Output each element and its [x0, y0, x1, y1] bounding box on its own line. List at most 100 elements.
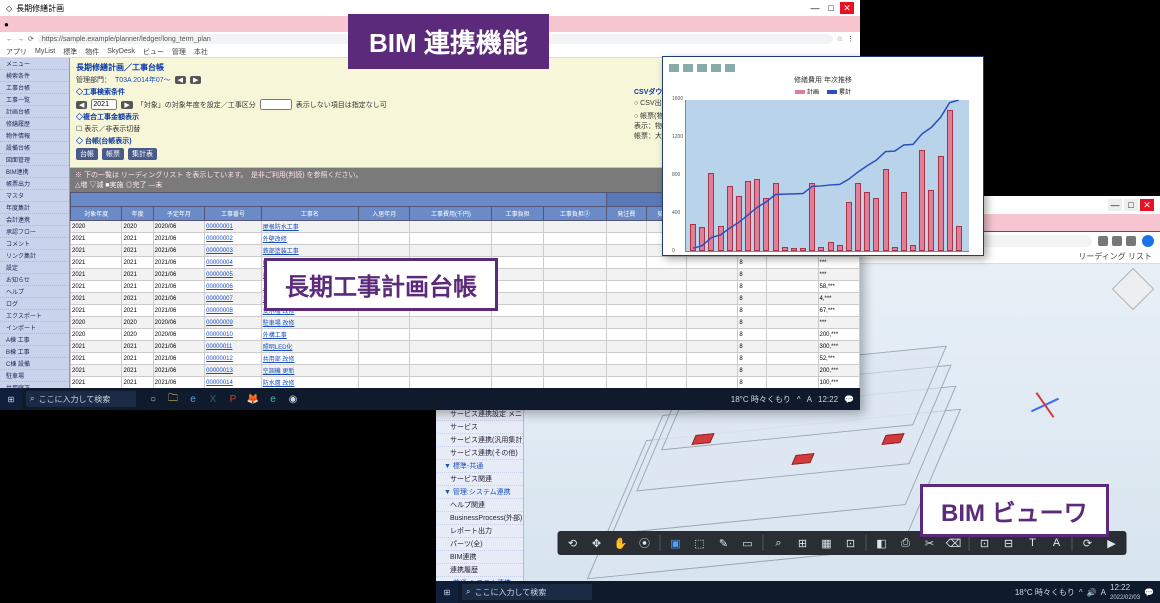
close-button[interactable]: ✕: [1140, 199, 1154, 211]
tree-item[interactable]: レポート出力: [436, 525, 523, 538]
tree-item[interactable]: ▼ 管理:システム連携: [436, 486, 523, 499]
profile-icon[interactable]: [1142, 235, 1154, 247]
sidebar-item[interactable]: エクスポート: [0, 310, 69, 322]
sidebar-item[interactable]: B棟 工事: [0, 346, 69, 358]
minimize-button[interactable]: —: [1108, 199, 1122, 211]
app-ie-icon[interactable]: e: [184, 390, 202, 408]
sidebar-item[interactable]: 工事台帳: [0, 82, 69, 94]
sidebar-item[interactable]: 会計連携: [0, 214, 69, 226]
sidebar-item[interactable]: 検索条件: [0, 70, 69, 82]
viewcube[interactable]: [1112, 268, 1154, 310]
tool-button[interactable]: ▣: [667, 534, 685, 552]
tool-button[interactable]: ◧: [873, 534, 891, 552]
tool-button[interactable]: ⊡: [842, 534, 860, 552]
sidebar-item[interactable]: 承認フロー: [0, 226, 69, 238]
tree-item[interactable]: パーツ(全): [436, 538, 523, 551]
bookmark-item[interactable]: 標準: [63, 47, 77, 57]
app-ppt-icon[interactable]: P: [224, 390, 242, 408]
app-chrome-icon[interactable]: ◉: [284, 390, 302, 408]
sidebar-item[interactable]: 設備台帳: [0, 142, 69, 154]
tree-item[interactable]: ▼ 標準-共通: [436, 460, 523, 473]
tool-button[interactable]: ⦿: [636, 534, 654, 552]
col-header[interactable]: 年度: [122, 207, 153, 221]
maximize-button[interactable]: □: [824, 2, 838, 14]
sidebar-item[interactable]: BIM連携: [0, 166, 69, 178]
col-header[interactable]: 工事費用(千円): [410, 207, 492, 221]
col-header[interactable]: 工事名: [261, 207, 358, 221]
tree-item[interactable]: サービス連携(汎用集計): [436, 434, 523, 447]
table-row[interactable]: 202120212021/0600000011照明LED化8300,***: [71, 341, 860, 353]
minimize-button[interactable]: —: [808, 2, 822, 14]
tool-button[interactable]: ⊞: [794, 534, 812, 552]
clock[interactable]: 12:222022/02/03: [1110, 583, 1140, 601]
sidebar-item[interactable]: メニュー: [0, 58, 69, 70]
tool-button[interactable]: ⬚: [691, 534, 709, 552]
tool-button[interactable]: ✋: [612, 534, 630, 552]
ledger-btn[interactable]: 台帳: [76, 148, 98, 160]
sidebar-item[interactable]: ログ: [0, 298, 69, 310]
sidebar-item[interactable]: 修繕履歴: [0, 118, 69, 130]
col-header[interactable]: 入居年月: [358, 207, 409, 221]
nav-fwd-icon[interactable]: →: [17, 36, 24, 43]
tree-item[interactable]: サービス: [436, 421, 523, 434]
tree-item[interactable]: サービス連携(その他): [436, 447, 523, 460]
app-firefox-icon[interactable]: 🦊: [244, 390, 262, 408]
close-button[interactable]: ✕: [840, 2, 854, 14]
col-header[interactable]: 工事番号: [205, 207, 262, 221]
summary-btn[interactable]: 集計表: [128, 148, 157, 160]
tool-button[interactable]: ⎙: [897, 534, 915, 552]
sidebar-item[interactable]: 帳票出力: [0, 178, 69, 190]
tool-button[interactable]: ✥: [588, 534, 606, 552]
bookmark-item[interactable]: 本社: [194, 47, 208, 57]
bookmark-item[interactable]: 管理: [172, 47, 186, 57]
axis-gizmo[interactable]: [1030, 384, 1070, 424]
col-header[interactable]: 予定年月: [153, 207, 204, 221]
prev-btn[interactable]: ◀: [175, 76, 186, 84]
sidebar-item[interactable]: コメント: [0, 238, 69, 250]
clock[interactable]: 12:22: [818, 395, 838, 404]
tree-item[interactable]: 連携履歴: [436, 564, 523, 577]
tree-item[interactable]: サービス関連: [436, 473, 523, 486]
table-row[interactable]: 202120212021/0600000014防水層 改修8100,***: [71, 377, 860, 389]
sidebar-item[interactable]: リンク集計: [0, 250, 69, 262]
bookmark-item[interactable]: MyList: [35, 48, 55, 55]
sidebar-item[interactable]: お知らせ: [0, 274, 69, 286]
sidebar-item[interactable]: インポート: [0, 322, 69, 334]
bookmark-item[interactable]: アプリ: [6, 47, 27, 57]
tool-button[interactable]: ⟲: [564, 534, 582, 552]
reload-icon[interactable]: ⟳: [28, 35, 34, 43]
taskbar-search[interactable]: ⌕ ここに入力して検索: [26, 391, 136, 407]
sidebar-item[interactable]: 物件情報: [0, 130, 69, 142]
sidebar-item[interactable]: 設定: [0, 262, 69, 274]
maximize-button[interactable]: □: [1124, 199, 1138, 211]
weather-widget[interactable]: 18°C 時々くもり: [731, 394, 791, 405]
start-button[interactable]: ⊞: [436, 581, 458, 603]
tree-item[interactable]: ヘルプ関連: [436, 499, 523, 512]
report-btn[interactable]: 帳票: [102, 148, 124, 160]
weather-widget[interactable]: 18°C 時々くもり: [1015, 587, 1075, 598]
sidebar-item[interactable]: 工事一覧: [0, 94, 69, 106]
sidebar-item[interactable]: マスタ: [0, 190, 69, 202]
tree-item[interactable]: BIM連携: [436, 551, 523, 564]
tool-button[interactable]: ▦: [818, 534, 836, 552]
table-row[interactable]: 202120212021/0600000013空調機 更新8200,***: [71, 365, 860, 377]
start-button[interactable]: ⊞: [0, 388, 22, 410]
tool-button[interactable]: ▭: [739, 534, 757, 552]
nav-back-icon[interactable]: ←: [6, 36, 13, 43]
col-header[interactable]: 工事負担: [492, 207, 543, 221]
bookmark-item[interactable]: SkyDesk: [107, 48, 135, 55]
sidebar-item[interactable]: 駐車場: [0, 370, 69, 382]
bookmark-item[interactable]: ビュー: [143, 47, 164, 57]
sidebar-item[interactable]: C棟 設備: [0, 358, 69, 370]
dept-link[interactable]: T03A 2014年07～: [115, 75, 171, 85]
tree-item[interactable]: BusinessProcess(外部): [436, 512, 523, 525]
notification-icon[interactable]: 💬: [1144, 588, 1154, 597]
col-header[interactable]: 工事負担②: [543, 207, 606, 221]
sidebar-item[interactable]: 計画台帳: [0, 106, 69, 118]
sidebar-item[interactable]: 年度集計: [0, 202, 69, 214]
app-edge-icon[interactable]: e: [264, 390, 282, 408]
sidebar-item[interactable]: 図面管理: [0, 154, 69, 166]
bookmark-item[interactable]: 物件: [85, 47, 99, 57]
table-row[interactable]: 202020202020/0600000010外構工事8200,***: [71, 329, 860, 341]
taskbar-search[interactable]: ⌕ ここに入力して検索: [462, 584, 592, 600]
